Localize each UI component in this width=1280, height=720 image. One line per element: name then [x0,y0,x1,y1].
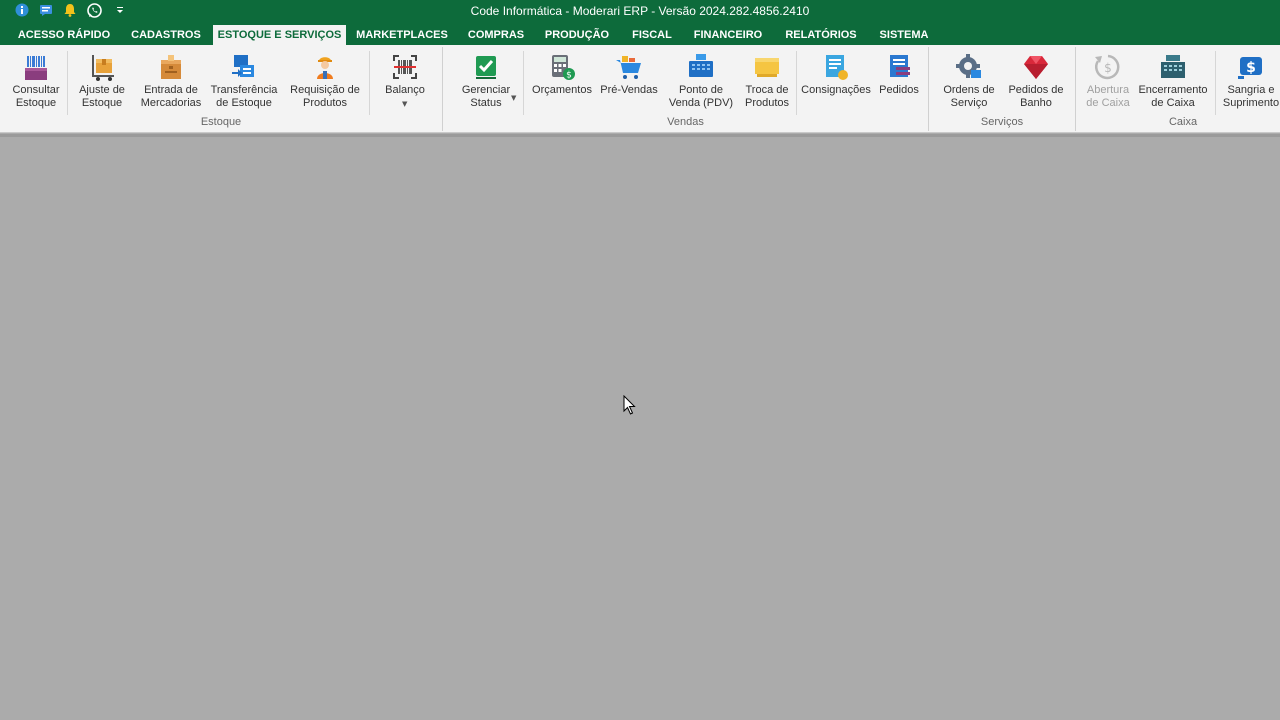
entrada-mercadorias-button[interactable]: Entrada de Mercadorias [141,45,201,119]
button-label: Abertura de Caixa [1086,84,1130,109]
consultar-estoque-button[interactable]: Consultar Estoque [8,45,64,119]
exchange-icon [755,58,779,77]
calculator-icon: $ [552,55,575,81]
svg-text:$: $ [1246,60,1256,76]
button-label: Ajuste de Estoque [79,84,125,109]
pos-terminal-icon [689,54,713,77]
package-icon [161,55,181,79]
button-label: Balanço [385,84,425,96]
troca-produtos-button[interactable]: Troca de Produtos [742,45,792,119]
barcode-scanner-icon [393,55,417,79]
button-label: Encerramento de Caixa [1138,84,1208,109]
dropdown-arrow-icon: ▼ [402,100,408,108]
cash-register-icon [1161,55,1185,78]
tab-financeiro[interactable]: FINANCEIRO [686,25,770,45]
encerramento-caixa-button[interactable]: Encerramento de Caixa [1138,45,1208,119]
transfer-icon [232,55,254,77]
button-label: Gerenciar Status [461,84,511,109]
box-cart-icon [92,55,114,81]
button-label: Pré-Vendas [600,84,658,96]
dropdown-arrow-icon: ▼ [511,94,517,102]
ponto-de-venda-button[interactable]: Ponto de Venda (PDV) [669,45,733,119]
separator [369,51,370,115]
shopping-cart-icon [616,56,641,79]
separator [1215,51,1216,115]
status-check-icon [476,56,496,79]
ribbon-tabs: ACESSO RÁPIDO CADASTROS ESTOQUE E SERVIÇ… [0,23,1280,45]
tab-cadastros[interactable]: CADASTROS [124,25,208,45]
button-label: Sangria e Suprimento [1222,84,1280,109]
group-label-estoque: Estoque [200,116,242,128]
svg-text:$: $ [566,71,572,81]
button-label: Consignações [801,84,871,96]
ajuste-estoque-button[interactable]: Ajuste de Estoque [76,45,128,119]
pedidos-banho-button[interactable]: Pedidos de Banho [1008,45,1064,119]
button-label: Pedidos de Banho [1008,84,1064,109]
gerenciar-status-button[interactable]: Gerenciar Status ▼ [458,45,517,119]
tab-compras[interactable]: COMPRAS [462,25,530,45]
mouse-cursor-icon [623,395,636,415]
requisicao-produtos-button[interactable]: Requisição de Produtos [290,45,360,119]
tab-estoque-servicos[interactable]: ESTOQUE E SERVIÇOS [213,25,346,45]
window-title: Code Informática - Moderari ERP - Versão… [470,4,810,18]
button-label: Requisição de Produtos [290,84,360,109]
gear-wrench-icon [956,54,981,78]
tab-fiscal[interactable]: FISCAL [626,25,678,45]
ordens-servico-button[interactable]: Ordens de Serviço [940,45,998,119]
workspace-area[interactable] [0,134,1280,720]
title-bar: Code Informática - Moderari ERP - Versão… [0,0,1280,23]
worker-icon [317,57,333,79]
group-label-vendas: Vendas [667,116,704,128]
balanco-button[interactable]: Balanço ▼ [380,45,430,119]
pre-vendas-button[interactable]: Pré-Vendas [600,45,658,119]
tab-acesso-rapido[interactable]: ACESSO RÁPIDO [10,25,118,45]
tab-producao[interactable]: PRODUÇÃO [540,25,614,45]
consignment-icon [826,55,848,80]
transferencia-estoque-button[interactable]: Transferência de Estoque [211,45,277,119]
abertura-caixa-button[interactable]: $ Abertura de Caixa [1084,45,1132,119]
tab-relatorios[interactable]: RELATÓRIOS [780,25,862,45]
separator [67,51,68,115]
tab-sistema[interactable]: SISTEMA [872,25,936,45]
button-label: Entrada de Mercadorias [140,84,202,109]
separator [796,51,797,115]
button-label: Ordens de Serviço [943,84,995,109]
button-label: Consultar Estoque [12,84,60,109]
pedidos-button[interactable]: Pedidos [876,45,922,119]
consignacoes-button[interactable]: Consignações [801,45,871,119]
group-label-servicos: Serviços [980,116,1024,128]
sangria-suprimento-button[interactable]: $ Sangria e Suprimento [1223,45,1279,119]
orcamentos-button[interactable]: $ Orçamentos [532,45,592,119]
cash-open-icon: $ [1095,54,1120,80]
button-label: Transferência de Estoque [210,84,278,109]
button-label: Pedidos [879,84,919,96]
button-label: Ponto de Venda (PDV) [668,84,734,109]
group-label-caixa: Caixa [1168,116,1198,128]
orders-icon [890,55,910,77]
separator [523,51,524,115]
tab-marketplaces[interactable]: MARKETPLACES [352,25,452,45]
svg-text:$: $ [1104,61,1112,75]
button-label: Troca de Produtos [744,84,790,109]
money-transfer-icon: $ [1238,57,1262,79]
barcode-boxes-icon [25,56,47,80]
ruby-icon [1024,56,1048,79]
button-label: Orçamentos [532,84,592,96]
ribbon-panel: Consultar Estoque Ajuste de Estoque Entr… [0,45,1280,133]
